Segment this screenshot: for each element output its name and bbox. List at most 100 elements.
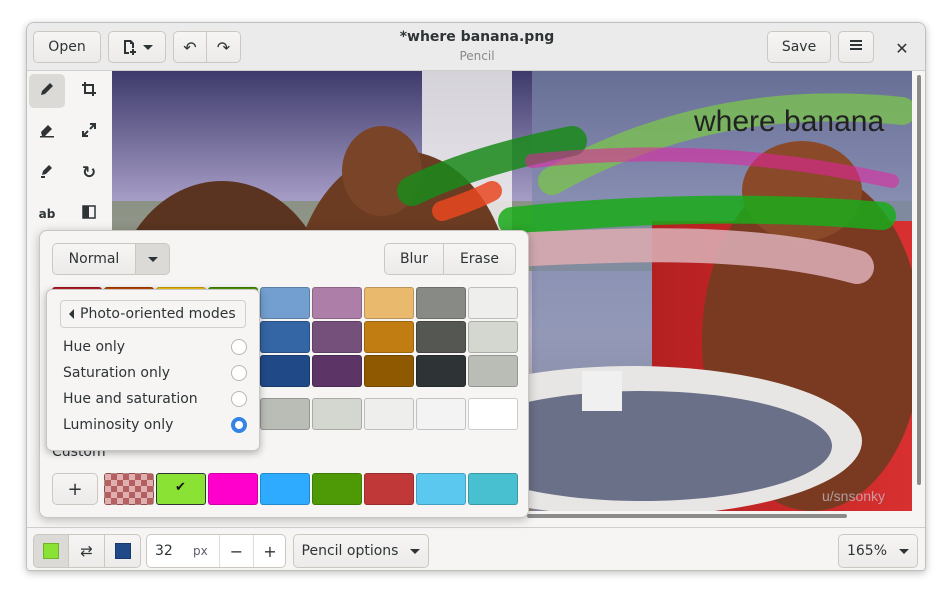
secondary-color-button[interactable] — [105, 534, 141, 568]
rotate-icon: ↻ — [81, 163, 97, 183]
blur-button[interactable]: Blur — [384, 243, 444, 275]
erase-button[interactable]: Erase — [444, 243, 516, 275]
blend-mode-dropdown-button[interactable] — [136, 243, 170, 275]
scale-tool-button[interactable] — [71, 115, 107, 149]
text-tool-button[interactable]: ab — [29, 197, 65, 231]
chevron-down-icon — [899, 548, 910, 554]
swap-colors-button[interactable]: ⇄ — [69, 534, 105, 568]
photo-modes-label: Photo-oriented modes — [80, 306, 236, 322]
mode-saturation-only[interactable]: Saturation only — [63, 361, 247, 385]
palette-swatch[interactable] — [364, 321, 414, 353]
primary-color-swatch — [43, 543, 59, 559]
size-unit-label: px — [193, 544, 208, 558]
blend-mode-submenu: Photo-oriented modes Hue only Saturation… — [46, 289, 260, 451]
window-subtitle: Pencil — [459, 49, 495, 63]
chevron-down-icon — [143, 44, 153, 50]
radio-button-checked[interactable] — [231, 417, 247, 433]
new-image-icon — [121, 39, 137, 55]
undo-button[interactable]: ↶ — [173, 31, 207, 63]
filters-tool-button[interactable] — [71, 197, 107, 231]
palette-swatch[interactable] — [416, 287, 466, 319]
palette-swatch[interactable] — [260, 287, 310, 319]
palette-swatch[interactable] — [416, 321, 466, 353]
custom-swatch[interactable] — [364, 473, 414, 505]
mode-label: Hue only — [63, 339, 126, 355]
pencil-tool-button[interactable] — [29, 74, 65, 108]
text-icon: ab — [38, 207, 56, 221]
mode-label: Saturation only — [63, 365, 171, 381]
custom-swatch[interactable]: ✔ — [156, 473, 206, 505]
custom-swatch[interactable] — [260, 473, 310, 505]
size-spinbutton: 32 px − + — [146, 534, 286, 568]
mode-label: Luminosity only — [63, 417, 174, 433]
scale-icon — [81, 122, 97, 142]
tool-options-button[interactable]: Pencil options — [293, 534, 429, 568]
mode-hue-and-saturation[interactable]: Hue and saturation — [63, 387, 247, 411]
canvas-caption-text: where banana — [693, 105, 884, 138]
close-icon: ✕ — [895, 38, 909, 58]
custom-swatch[interactable] — [468, 473, 518, 505]
radio-button[interactable] — [231, 339, 247, 355]
size-input[interactable]: 32 — [155, 543, 173, 559]
custom-swatch[interactable] — [208, 473, 258, 505]
pencil-icon — [39, 81, 55, 101]
size-increase-button[interactable]: + — [253, 535, 286, 567]
custom-swatch[interactable] — [416, 473, 466, 505]
header-bar: Open ↶ ↷ *where banana.png Pencil Save ✕ — [27, 23, 925, 71]
photo-modes-back-button[interactable]: Photo-oriented modes — [60, 300, 246, 328]
palette-swatch[interactable] — [312, 398, 362, 430]
chevron-down-icon — [147, 256, 158, 262]
highlighter-tool-button[interactable] — [29, 156, 65, 190]
palette-swatch[interactable] — [468, 321, 518, 353]
palette-swatch[interactable] — [312, 287, 362, 319]
primary-color-button[interactable] — [33, 534, 69, 568]
crop-tool-button[interactable] — [71, 74, 107, 108]
radio-button[interactable] — [231, 391, 247, 407]
secondary-color-swatch — [114, 543, 131, 559]
palette-swatch[interactable] — [312, 321, 362, 353]
mode-luminosity-only[interactable]: Luminosity only — [63, 413, 247, 437]
close-button[interactable]: ✕ — [889, 35, 915, 61]
highlighter-icon — [39, 163, 55, 183]
palette-swatch[interactable] — [364, 287, 414, 319]
chevron-down-icon — [410, 548, 421, 554]
filters-icon — [82, 205, 96, 223]
eraser-icon — [39, 122, 55, 142]
main-menu-button[interactable] — [838, 31, 874, 63]
zoom-button[interactable]: 165% — [838, 534, 918, 568]
palette-swatch[interactable] — [260, 321, 310, 353]
size-decrease-button[interactable]: − — [219, 535, 253, 567]
palette-swatch[interactable] — [468, 287, 518, 319]
eraser-tool-button[interactable] — [29, 115, 65, 149]
palette-swatch[interactable] — [416, 355, 466, 387]
palette-swatch[interactable] — [260, 398, 310, 430]
crop-icon — [81, 81, 97, 101]
rotate-tool-button[interactable]: ↻ — [71, 156, 107, 190]
blend-mode-button[interactable]: Normal — [52, 243, 136, 275]
new-image-button[interactable] — [108, 31, 166, 63]
palette-swatch[interactable] — [364, 355, 414, 387]
open-button[interactable]: Open — [33, 31, 101, 63]
palette-swatch[interactable] — [312, 355, 362, 387]
palette-swatch[interactable] — [416, 398, 466, 430]
horizontal-scrollbar[interactable] — [527, 514, 847, 518]
custom-swatch[interactable] — [312, 473, 362, 505]
swap-icon: ⇄ — [80, 542, 93, 560]
mode-hue-only[interactable]: Hue only — [63, 335, 247, 359]
bottom-bar: ⇄ 32 px − + Pencil options 165% — [27, 527, 925, 570]
palette-swatch[interactable] — [364, 398, 414, 430]
save-button[interactable]: Save — [767, 31, 831, 63]
redo-button[interactable]: ↷ — [207, 31, 241, 63]
tool-options-label: Pencil options — [301, 543, 399, 559]
canvas-watermark-text: u/snsonky — [822, 488, 885, 504]
app-window: Open ↶ ↷ *where banana.png Pencil Save ✕ — [26, 22, 926, 571]
add-custom-color-button[interactable]: + — [52, 473, 98, 505]
chevron-left-icon — [69, 309, 74, 319]
transparent-swatch[interactable] — [104, 473, 154, 505]
palette-swatch[interactable] — [468, 355, 518, 387]
vertical-scrollbar[interactable] — [917, 75, 921, 485]
palette-swatch[interactable] — [260, 355, 310, 387]
palette-swatch[interactable] — [468, 398, 518, 430]
redo-icon: ↷ — [216, 37, 231, 57]
radio-button[interactable] — [231, 365, 247, 381]
